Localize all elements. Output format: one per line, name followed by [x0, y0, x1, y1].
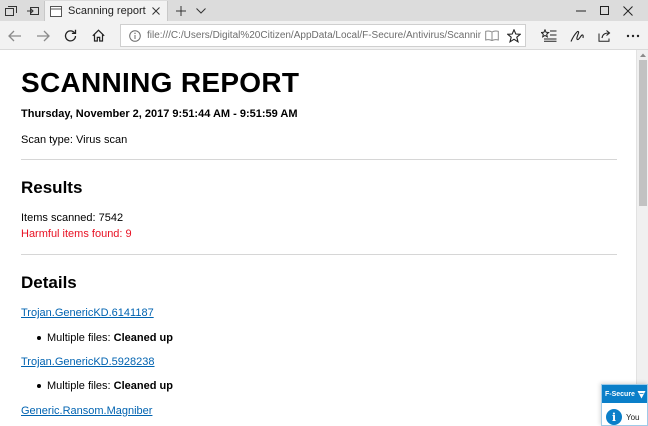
chevron-up-icon [640, 53, 646, 57]
more-icon [626, 34, 640, 37]
bullet [37, 384, 41, 388]
bullet [37, 336, 41, 340]
pen-icon [569, 30, 584, 42]
favorites-list-icon [541, 29, 557, 42]
tab-strip: Scanning report [0, 0, 648, 21]
divider [21, 159, 617, 160]
show-tabs-aside-button[interactable] [22, 0, 44, 21]
star-icon [507, 28, 521, 43]
site-info-button[interactable] [125, 25, 145, 46]
page-viewport: SCANNING REPORT Thursday, November 2, 20… [0, 50, 636, 426]
info-icon: i [606, 409, 622, 425]
list-item: Multiple files: Cleaned up [37, 380, 173, 392]
forward-button[interactable] [30, 23, 56, 48]
action-status: Cleaned up [113, 380, 173, 392]
harmful-items-count: Harmful items found: 9 [21, 228, 132, 240]
threat-link[interactable]: Trojan.GenericKD.5928238 [21, 356, 155, 368]
threat-link[interactable]: Generic.Ransom.Magniber [21, 405, 152, 417]
address-bar[interactable]: file:///C:/Users/Digital%20Citizen/AppDa… [120, 24, 526, 47]
tab-title: Scanning report [68, 5, 146, 17]
brand-name: F-Secure [605, 390, 635, 398]
plus-icon [176, 5, 186, 16]
back-button[interactable] [2, 23, 28, 48]
home-icon [91, 29, 105, 42]
vertical-scrollbar[interactable] [636, 50, 648, 426]
results-heading: Results [21, 178, 83, 197]
notification-text: You [626, 412, 640, 422]
reading-view-button[interactable] [481, 25, 503, 46]
files-label: Multiple files: [47, 380, 114, 392]
hub-favorites-button[interactable] [536, 23, 562, 48]
add-favorite-button[interactable] [503, 25, 525, 46]
more-actions-button[interactable] [620, 23, 646, 48]
page-icon [50, 5, 62, 17]
home-button[interactable] [85, 23, 111, 48]
close-icon [152, 7, 160, 15]
tab-scanning-report[interactable]: Scanning report [44, 1, 168, 21]
refresh-button[interactable] [57, 23, 83, 48]
close-icon [623, 5, 633, 16]
scan-datetime: Thursday, November 2, 2017 9:51:44 AM - … [21, 108, 298, 120]
arrow-right-icon [37, 30, 50, 41]
close-window-button[interactable] [608, 0, 648, 21]
chevron-down-icon [196, 7, 206, 14]
fsecure-logo-icon [637, 390, 646, 398]
action-status: Cleaned up [113, 332, 173, 344]
arrow-left-icon [8, 30, 21, 41]
tab-preview-button[interactable] [191, 0, 211, 21]
address-url[interactable]: file:///C:/Users/Digital%20Citizen/AppDa… [147, 30, 481, 41]
share-button[interactable] [592, 23, 618, 48]
scroll-up-button[interactable] [638, 51, 648, 59]
page-title: SCANNING REPORT [21, 67, 300, 98]
new-tab-button[interactable] [171, 0, 191, 21]
book-icon [485, 30, 499, 41]
threat-link[interactable]: Trojan.GenericKD.6141187 [21, 307, 154, 319]
divider [21, 254, 617, 255]
refresh-icon [64, 29, 76, 42]
fsecure-notification[interactable]: F-Secure i You [601, 384, 648, 426]
info-icon [129, 29, 141, 42]
scan-type: Scan type: Virus scan [21, 134, 128, 146]
files-label: Multiple files: [47, 332, 114, 344]
details-heading: Details [21, 273, 77, 292]
items-scanned: Items scanned: 7542 [21, 212, 124, 224]
tabs-aside-icon [5, 6, 17, 16]
set-tabs-aside-button[interactable] [0, 0, 22, 21]
navigation-bar: file:///C:/Users/Digital%20Citizen/AppDa… [0, 21, 648, 50]
scrollbar-thumb[interactable] [639, 60, 647, 206]
notification-body: i You [606, 409, 640, 425]
tabs-set-aside-icon [27, 7, 39, 15]
share-icon [598, 30, 611, 42]
tab-close-button[interactable] [148, 3, 164, 19]
list-item: Multiple files: Cleaned up [37, 332, 173, 344]
notification-header: F-Secure [602, 385, 647, 403]
web-note-button[interactable] [564, 23, 590, 48]
